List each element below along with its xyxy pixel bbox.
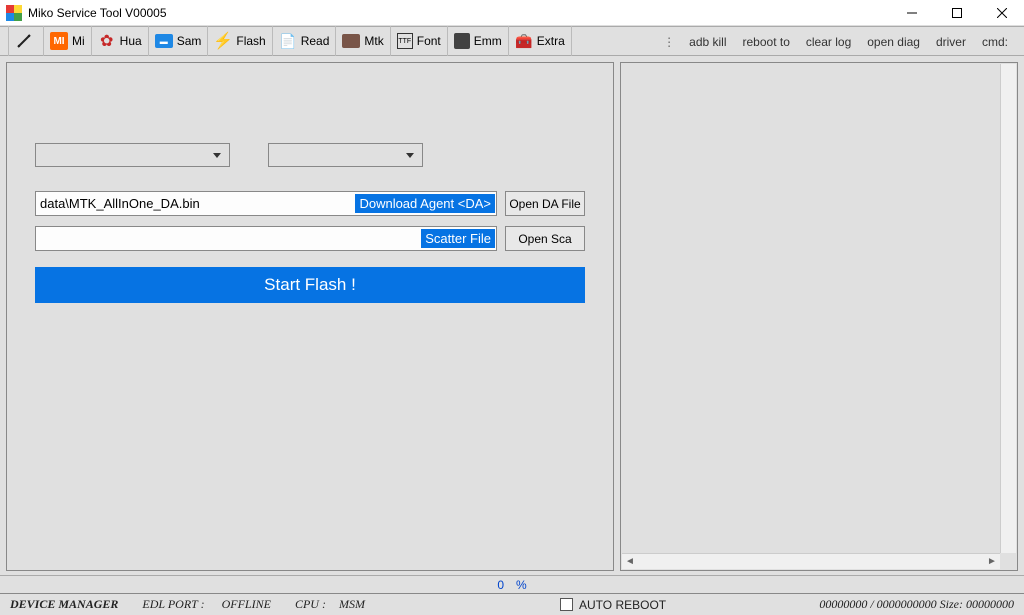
- da-file-field[interactable]: data\MTK_AllInOne_DA.bin Download Agent …: [35, 191, 497, 216]
- maximize-icon: [952, 8, 962, 18]
- action-reboot-to[interactable]: reboot to: [737, 35, 796, 49]
- open-sca-button[interactable]: Open Sca: [505, 226, 585, 251]
- tool-sam[interactable]: ▬ Sam: [149, 26, 209, 56]
- scrollbar-vertical[interactable]: [1000, 64, 1016, 553]
- read-icon: 📄: [279, 32, 297, 50]
- tool-font[interactable]: TTF Font: [391, 26, 448, 56]
- da-file-path: data\MTK_AllInOne_DA.bin: [36, 196, 355, 211]
- device-manager-link[interactable]: DEVICE MANAGER: [10, 597, 118, 612]
- scroll-left-icon: ◄: [622, 554, 638, 570]
- statusbar: DEVICE MANAGER EDL PORT : OFFLINE CPU : …: [0, 593, 1024, 615]
- menu-dots-icon: ⋮: [663, 35, 675, 49]
- mtk-icon: [342, 34, 360, 48]
- tool-extra[interactable]: 🧰 Extra: [509, 26, 572, 56]
- combo-2[interactable]: [268, 143, 423, 167]
- da-badge: Download Agent <DA>: [355, 194, 495, 213]
- scrollbar-horizontal[interactable]: ◄ ►: [622, 553, 1000, 569]
- minimize-icon: [907, 8, 917, 18]
- scroll-corner: [1000, 553, 1016, 569]
- toolbar-right: ⋮ adb kill reboot to clear log open diag…: [663, 27, 1014, 57]
- scatter-file-field[interactable]: Scatter File: [35, 226, 497, 251]
- close-button[interactable]: [979, 0, 1024, 26]
- main-area: data\MTK_AllInOne_DA.bin Download Agent …: [0, 56, 1024, 575]
- action-clear-log[interactable]: clear log: [800, 35, 857, 49]
- auto-reboot-checkbox[interactable]: [560, 598, 573, 611]
- tool-emm[interactable]: Emm: [448, 26, 509, 56]
- tool-settings[interactable]: [8, 26, 44, 56]
- toolbar: MI Mi ✿ Hua ▬ Sam ⚡ Flash 📄 Read Mtk TTF…: [0, 26, 1024, 56]
- maximize-button[interactable]: [934, 0, 979, 26]
- size-progress: 00000000 / 0000000000 Size: 00000000: [819, 597, 1014, 612]
- action-adb-kill[interactable]: adb kill: [683, 35, 732, 49]
- samsung-icon: ▬: [155, 34, 173, 48]
- log-panel: ◄ ►: [620, 62, 1018, 571]
- mi-icon: MI: [50, 32, 68, 50]
- tool-hua[interactable]: ✿ Hua: [92, 26, 149, 56]
- start-flash-button[interactable]: Start Flash !: [35, 267, 585, 303]
- titlebar: Miko Service Tool V00005: [0, 0, 1024, 26]
- scatter-badge: Scatter File: [421, 229, 495, 248]
- open-da-button[interactable]: Open DA File: [505, 191, 585, 216]
- scroll-right-icon: ►: [984, 554, 1000, 570]
- minimize-button[interactable]: [889, 0, 934, 26]
- extra-icon: 🧰: [515, 32, 533, 50]
- window-title: Miko Service Tool V00005: [28, 6, 167, 20]
- flash-icon: ⚡: [214, 32, 232, 50]
- action-open-diag[interactable]: open diag: [861, 35, 926, 49]
- tool-flash[interactable]: ⚡ Flash: [208, 26, 272, 56]
- close-icon: [997, 8, 1007, 18]
- cpu: CPU : MSM: [295, 597, 365, 612]
- huawei-icon: ✿: [98, 32, 116, 50]
- font-icon: TTF: [397, 33, 413, 49]
- tool-read[interactable]: 📄 Read: [273, 26, 337, 56]
- progress-num: 0: [497, 578, 504, 592]
- auto-reboot-label: AUTO REBOOT: [579, 598, 666, 612]
- edl-port: EDL PORT : OFFLINE: [142, 597, 271, 612]
- tool-mi[interactable]: MI Mi: [44, 26, 92, 56]
- action-cmd[interactable]: cmd:: [976, 35, 1014, 49]
- combo-1[interactable]: [35, 143, 230, 167]
- progress-bar: 0 %: [0, 575, 1024, 593]
- wrench-icon: [15, 32, 33, 50]
- tool-mtk[interactable]: Mtk: [336, 26, 390, 56]
- left-panel: data\MTK_AllInOne_DA.bin Download Agent …: [6, 62, 614, 571]
- chip-icon: [454, 33, 470, 49]
- progress-sym: %: [516, 578, 527, 592]
- action-driver[interactable]: driver: [930, 35, 972, 49]
- app-icon: [6, 5, 22, 21]
